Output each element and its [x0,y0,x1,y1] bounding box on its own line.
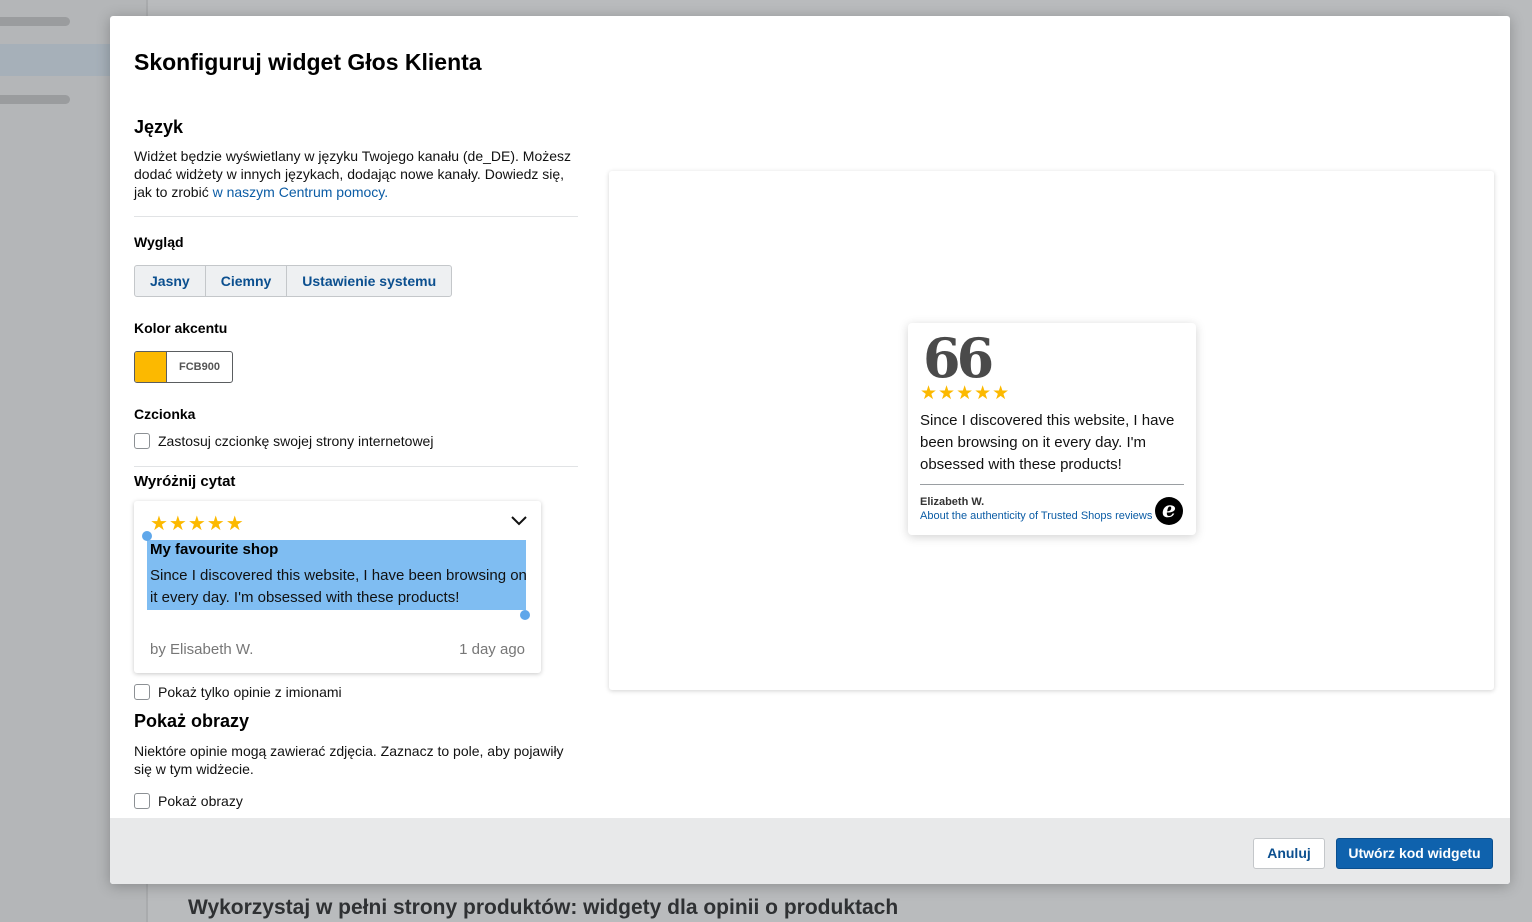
language-description: Widżet będzie wyświetlany w języku Twoje… [134,147,574,201]
divider [920,484,1184,485]
help-center-link[interactable]: w naszym Centrum pomocy. [213,184,389,200]
chevron-down-icon[interactable] [509,512,529,528]
accent-color-picker[interactable]: FCB900 [134,351,233,383]
preview-quote-text: Since I discovered this website, I have … [920,412,1175,473]
modal-title: Skonfiguruj widget Głos Klienta [134,49,482,75]
appearance-light-button[interactable]: Jasny [135,266,206,296]
selection-start-handle[interactable] [142,531,152,541]
accent-color-hex[interactable]: FCB900 [167,352,232,382]
names-only-checkbox-label[interactable]: Pokaż tylko opinie z imionami [158,684,342,700]
selection-end-handle[interactable] [520,610,530,620]
quote-icon: 66 [923,326,994,390]
background-sidebar-bar [0,17,70,26]
names-only-checkbox[interactable] [134,684,150,700]
cancel-button[interactable]: Anuluj [1253,838,1325,869]
highlight-quote-heading: Wyróżnij cytat [134,473,236,490]
appearance-segmented-control: Jasny Ciemny Ustawienie systemu [134,265,453,297]
show-images-checkbox-row[interactable]: Pokaż obrazy [134,793,243,809]
create-widget-code-button[interactable]: Utwórz kod widgetu [1336,838,1493,869]
website-font-checkbox-label[interactable]: Zastosuj czcionkę swojej strony internet… [158,433,433,449]
website-font-checkbox[interactable] [134,433,150,449]
show-images-checkbox[interactable] [134,793,150,809]
highlight-quote-card[interactable]: ★★★★★ My favourite shop Since I discover… [134,501,541,673]
trusted-shops-logo-icon: e [1155,497,1183,525]
divider [134,466,578,467]
star-rating: ★★★★★ [920,383,1011,404]
review-body[interactable]: Since I discovered this website, I have … [150,565,528,609]
website-font-checkbox-row[interactable]: Zastosuj czcionkę swojej strony internet… [134,433,433,449]
appearance-system-button[interactable]: Ustawienie systemu [287,266,451,296]
background-sidebar-bar [0,95,70,104]
divider [134,216,578,217]
show-images-checkbox-label[interactable]: Pokaż obrazy [158,793,243,809]
review-author: by Elisabeth W. [150,641,254,658]
show-images-heading: Pokaż obrazy [134,711,250,731]
widget-preview-card: 66 ★★★★★ Since I discovered this website… [908,323,1196,535]
preview-author: Elizabeth W. [920,496,985,508]
review-date: 1 day ago [459,641,525,658]
names-only-checkbox-row[interactable]: Pokaż tylko opinie z imionami [134,684,342,700]
show-images-description: Niektóre opinie mogą zawierać zdjęcia. Z… [134,743,564,777]
font-heading: Czcionka [134,406,196,422]
review-title[interactable]: My favourite shop [150,541,278,558]
language-heading: Język [134,117,184,137]
accent-color-heading: Kolor akcentu [134,320,228,336]
modal-footer: Anuluj Utwórz kod widgetu [110,818,1510,884]
authenticity-link[interactable]: About the authenticity of Trusted Shops … [920,510,1152,522]
configure-widget-modal: Skonfiguruj widget Głos Klienta Język Wi… [110,16,1510,884]
appearance-dark-button[interactable]: Ciemny [206,266,288,296]
accent-color-swatch[interactable] [135,352,167,382]
appearance-heading: Wygląd [134,234,184,250]
star-rating: ★★★★★ [150,513,245,535]
background-heading: Wykorzystaj w pełni strony produktów: wi… [188,896,899,919]
